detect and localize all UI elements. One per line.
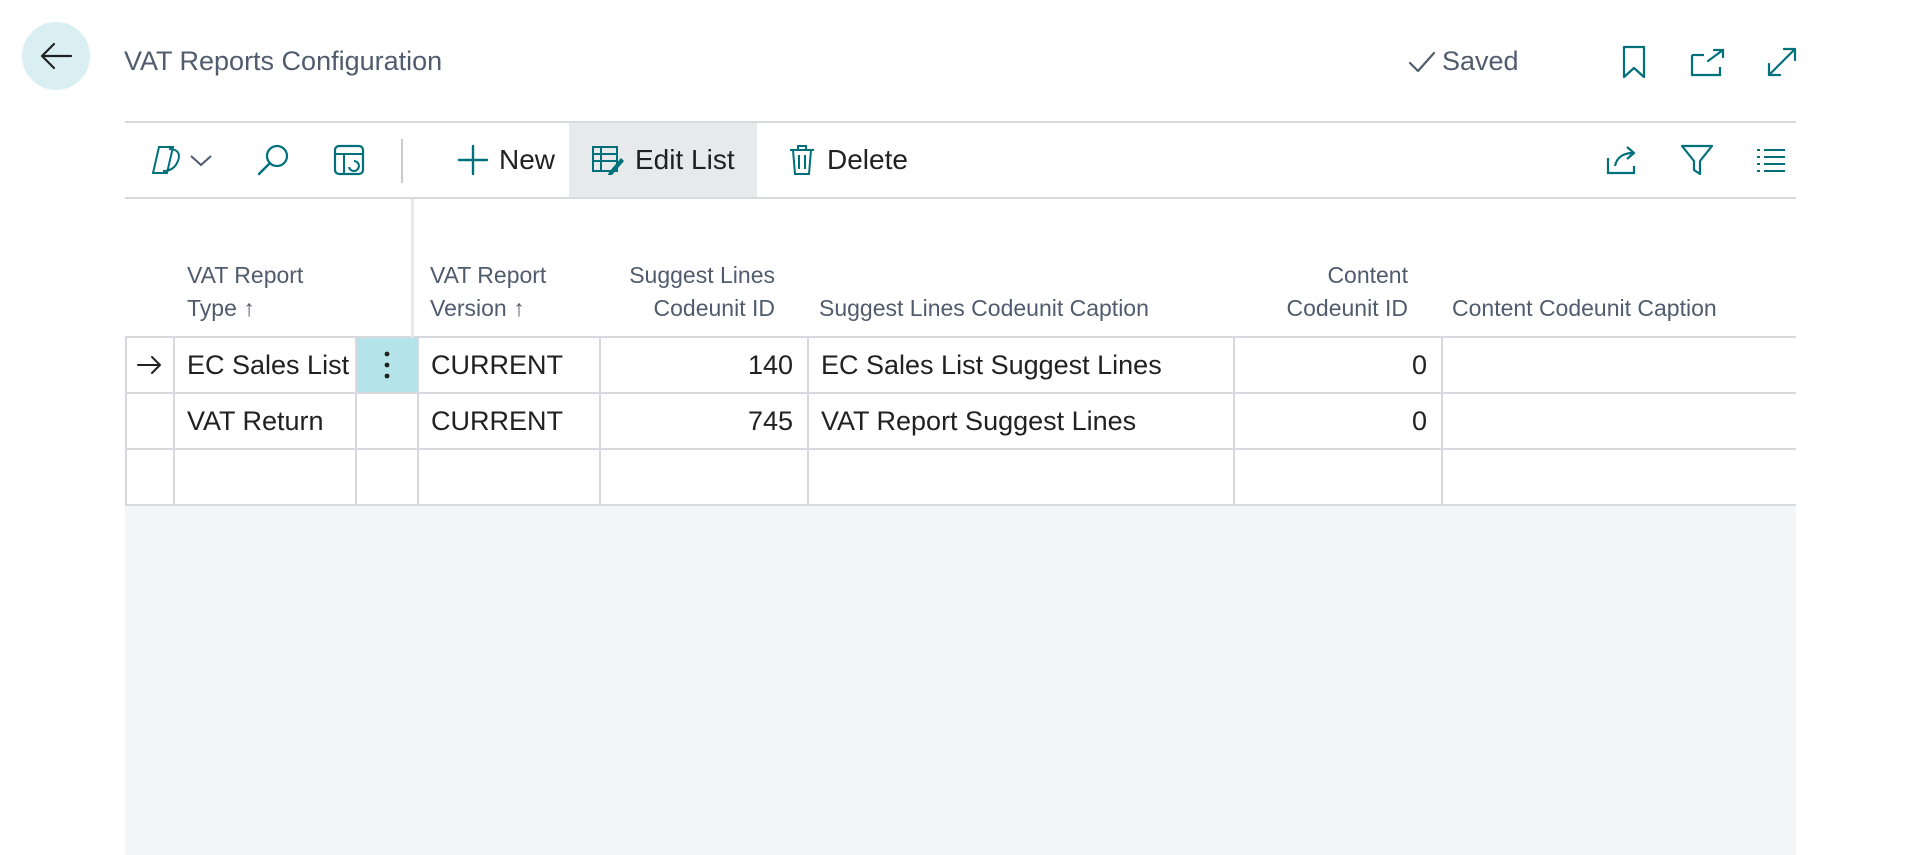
bookmark-icon <box>1622 45 1646 79</box>
cell-content-codeunit-id[interactable]: 0 <box>1235 338 1443 392</box>
col-header-content-codeunit-caption[interactable]: Content Codeunit Caption <box>1452 259 1792 325</box>
col-header-suggest-lines-codeunit-caption[interactable]: Suggest Lines Codeunit Caption <box>819 259 1199 325</box>
cell-vat-report-version[interactable]: CURRENT <box>419 338 601 392</box>
expand-button[interactable] <box>1762 42 1802 82</box>
cell-content-codeunit-caption[interactable] <box>1443 450 1796 504</box>
cell-content-codeunit-id[interactable]: 0 <box>1235 394 1443 448</box>
plus-icon <box>457 144 489 176</box>
arrow-right-icon <box>137 356 161 374</box>
analysis-mode-button[interactable] <box>332 123 366 197</box>
header-line: Suggest Lines <box>629 262 775 288</box>
share-button[interactable] <box>1605 123 1641 197</box>
check-icon <box>1408 51 1436 72</box>
header-line: Codeunit ID <box>1286 295 1408 321</box>
saved-status: Saved <box>1408 46 1519 77</box>
copilot-menu-button[interactable] <box>149 123 213 197</box>
col-header-suggest-lines-codeunit-id[interactable]: Suggest Lines Codeunit ID <box>599 259 775 325</box>
delete-button[interactable]: Delete <box>775 123 920 197</box>
cell-suggest-lines-codeunit-id[interactable]: 745 <box>601 394 809 448</box>
header-line: Type ↑ <box>187 295 255 321</box>
search-button[interactable] <box>255 123 291 197</box>
table-row-new[interactable] <box>125 450 1796 506</box>
cell-suggest-lines-codeunit-caption[interactable] <box>809 450 1235 504</box>
column-headers: VAT Report Type ↑ VAT Report Version ↑ S… <box>125 199 1796 338</box>
table-row[interactable]: VAT Return CURRENT 745 VAT Report Sugges… <box>125 394 1796 450</box>
header-line: VAT Report <box>430 262 547 288</box>
share-icon <box>1606 146 1636 175</box>
header-line <box>819 259 1199 292</box>
expand-icon <box>1767 47 1797 77</box>
search-icon <box>257 144 289 176</box>
open-in-new-window-icon <box>1690 48 1725 77</box>
cell-suggest-lines-codeunit-caption[interactable]: VAT Report Suggest Lines <box>809 394 1235 448</box>
row-indicator <box>127 338 175 392</box>
list-icon <box>1757 149 1785 172</box>
header-line: Suggest Lines Codeunit Caption <box>819 295 1149 321</box>
row-indicator <box>127 450 175 504</box>
more-options-icon <box>384 351 390 379</box>
row-actions-cell[interactable] <box>357 450 419 504</box>
cell-vat-report-type[interactable] <box>175 450 357 504</box>
new-button[interactable]: New <box>445 123 567 197</box>
refresh-table-icon <box>333 144 365 176</box>
col-header-vat-report-version[interactable]: VAT Report Version ↑ <box>430 259 590 325</box>
cell-content-codeunit-caption[interactable] <box>1443 394 1796 448</box>
header-line: Content Codeunit Caption <box>1452 295 1717 321</box>
toolbar-separator <box>401 139 403 183</box>
new-label: New <box>499 144 556 175</box>
cell-content-codeunit-caption[interactable] <box>1443 338 1796 392</box>
frozen-column-divider <box>411 199 414 338</box>
row-indicator <box>127 394 175 448</box>
header-line: Content <box>1327 262 1408 288</box>
page-title: VAT Reports Configuration <box>124 46 443 76</box>
cell-content-codeunit-id[interactable] <box>1235 450 1443 504</box>
edit-list-button[interactable]: Edit List <box>569 123 757 197</box>
open-new-window-button[interactable] <box>1688 42 1728 82</box>
row-actions-cell[interactable] <box>357 394 419 448</box>
chevron-down-icon <box>190 155 212 167</box>
trash-icon <box>790 145 814 175</box>
edit-list-icon <box>592 146 624 175</box>
cell-suggest-lines-codeunit-id[interactable] <box>601 450 809 504</box>
saved-label: Saved <box>1442 46 1519 76</box>
edit-list-label: Edit List <box>635 144 735 175</box>
header-line <box>1452 259 1792 292</box>
arrow-left-icon <box>40 42 73 70</box>
table-row[interactable]: EC Sales List CURRENT 140 EC Sales List … <box>125 338 1796 394</box>
cell-suggest-lines-codeunit-caption[interactable]: EC Sales List Suggest Lines <box>809 338 1235 392</box>
copilot-icon <box>151 146 180 174</box>
col-header-vat-report-type[interactable]: VAT Report Type ↑ <box>187 259 347 325</box>
filter-button[interactable] <box>1680 123 1714 197</box>
header-line: Codeunit ID <box>653 295 775 321</box>
delete-label: Delete <box>827 144 908 175</box>
bookmark-button[interactable] <box>1614 42 1654 82</box>
header-line: Version ↑ <box>430 295 525 321</box>
list-view-button[interactable] <box>1755 123 1787 197</box>
table-body: EC Sales List CURRENT 140 EC Sales List … <box>125 338 1796 506</box>
filter-icon <box>1680 144 1714 176</box>
back-button[interactable] <box>22 22 90 90</box>
header-line: VAT Report <box>187 262 304 288</box>
cell-vat-report-version[interactable] <box>419 450 601 504</box>
col-header-content-codeunit-id[interactable]: Content Codeunit ID <box>1245 259 1408 325</box>
action-bar: New Edit List Delete <box>125 121 1796 199</box>
cell-vat-report-type[interactable]: EC Sales List <box>175 338 357 392</box>
row-actions-button[interactable] <box>357 338 419 392</box>
cell-vat-report-version[interactable]: CURRENT <box>419 394 601 448</box>
cell-suggest-lines-codeunit-id[interactable]: 140 <box>601 338 809 392</box>
cell-vat-report-type[interactable]: VAT Return <box>175 394 357 448</box>
